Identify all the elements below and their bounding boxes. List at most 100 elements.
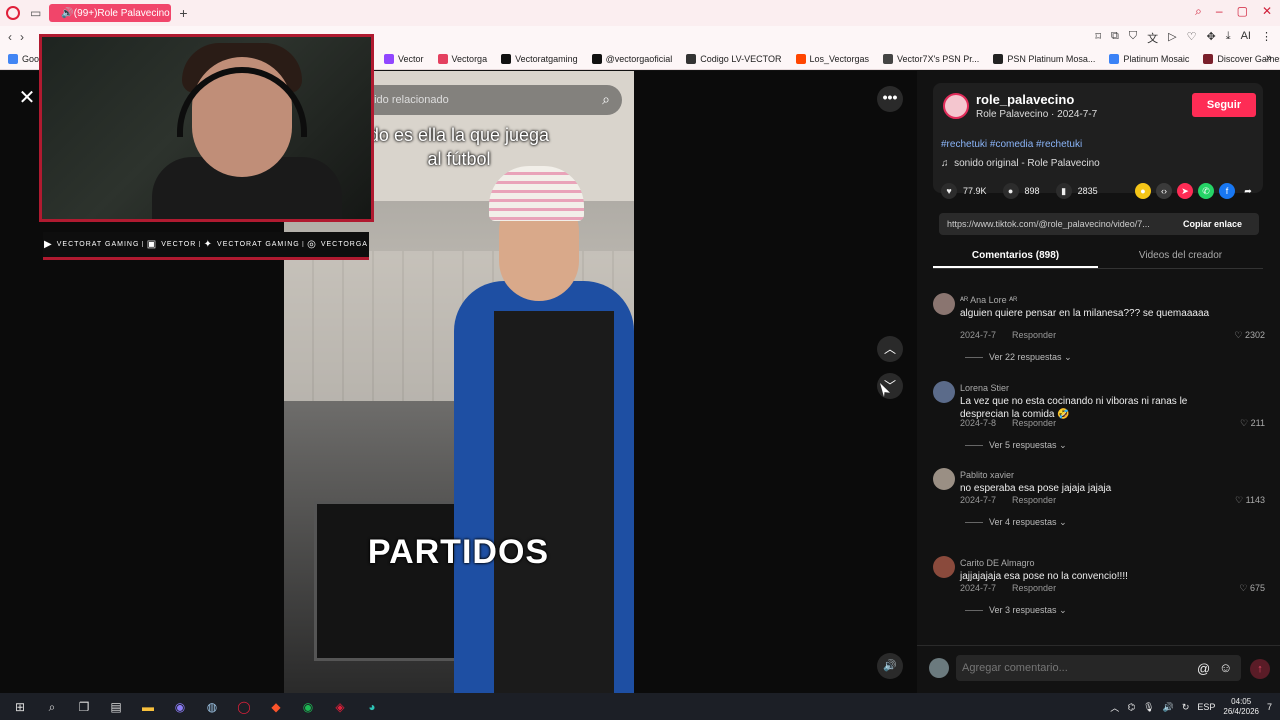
edge-icon[interactable]: ◕ — [360, 697, 384, 717]
reply-button[interactable]: Responder — [1012, 330, 1056, 340]
bookmark-favicon-icon — [384, 53, 395, 64]
comment-button[interactable]: ● 898 — [1002, 183, 1040, 199]
app-icon[interactable]: ◈ — [328, 697, 352, 717]
tab-creator-videos[interactable]: Videos del creador — [1098, 245, 1263, 268]
commenter-avatar[interactable] — [933, 555, 955, 578]
bookmark-item[interactable]: Vectoratgaming — [501, 53, 578, 64]
commenter-name[interactable]: Lorena Stier — [960, 383, 1009, 393]
chevron-up-icon[interactable]: ︿ — [877, 336, 903, 362]
ai-icon[interactable]: AI — [1241, 30, 1251, 46]
coin-icon[interactable]: ● — [1135, 183, 1151, 199]
task-view-icon[interactable]: ❐ — [72, 697, 96, 717]
opera-logo-icon[interactable] — [6, 6, 20, 20]
reply-button[interactable]: Responder — [1012, 418, 1056, 428]
spotify-icon[interactable]: ◉ — [296, 697, 320, 717]
bookmark-item[interactable]: @vectorgaoficial — [591, 53, 672, 64]
comment-like-button[interactable]: ♡ 211 — [1240, 418, 1265, 429]
brave-icon[interactable]: ◆ — [264, 697, 288, 717]
search-icon[interactable]: ⌕ — [40, 697, 64, 717]
facebook-icon[interactable]: f — [1219, 183, 1235, 199]
bookmark-item[interactable]: Vector — [384, 53, 424, 64]
steam-icon[interactable]: ◍ — [200, 697, 224, 717]
commenter-name[interactable]: Pablito xavier — [960, 470, 1014, 480]
volume-icon[interactable]: 🔊 — [877, 653, 903, 679]
notifications-badge[interactable]: 7 — [1267, 702, 1272, 712]
bookmark-item[interactable]: Vectorga — [437, 53, 487, 64]
discord-icon[interactable]: ◉ — [168, 697, 192, 717]
comment-like-button[interactable]: ♡ 1143 — [1235, 495, 1265, 506]
opera-icon[interactable]: ◯ — [232, 697, 256, 717]
windows-start-icon[interactable]: ⊞ — [8, 697, 32, 717]
bookmark-item[interactable]: Platinum Mosaic — [1109, 53, 1189, 64]
shield-icon[interactable]: ⛉ — [1129, 30, 1137, 46]
play-icon[interactable]: ▷ — [1168, 30, 1176, 46]
search-icon[interactable]: ⌕ — [1195, 4, 1202, 19]
clock[interactable]: 04:05 26/4/2026 — [1223, 697, 1259, 717]
reply-button[interactable]: Responder — [1012, 495, 1056, 505]
tab-comments[interactable]: Comentarios (898) — [933, 245, 1098, 268]
bookmark-item[interactable]: Los_Vectorgas — [795, 53, 869, 64]
commenter-name[interactable]: ᴬᴿ Ana Lore ᴬᴿ — [960, 295, 1017, 305]
view-replies-button[interactable]: Ver 5 respuestas ⌄ — [965, 440, 1067, 451]
copy-link-button[interactable]: Copiar enlace — [1179, 219, 1242, 229]
lang-indicator[interactable]: ESP — [1197, 702, 1215, 712]
back-icon[interactable]: ‹ — [8, 30, 12, 44]
emoji-icon[interactable]: ☺ — [1219, 660, 1232, 675]
more-bookmarks-icon[interactable]: » — [1266, 52, 1272, 64]
close-window-icon[interactable]: ✕ — [1262, 4, 1272, 19]
bookmark-item[interactable]: Codigo LV-VECTOR — [686, 53, 782, 64]
new-tab-button[interactable]: + — [179, 5, 187, 21]
webcam-overlay — [39, 34, 374, 222]
widgets-icon[interactable]: ▤ — [104, 697, 128, 717]
forward-icon[interactable]: › — [20, 30, 24, 44]
heart-icon[interactable]: ♡ — [1187, 30, 1197, 46]
close-icon[interactable]: ✕ — [16, 87, 38, 109]
more-options-icon[interactable]: ••• — [877, 86, 903, 112]
mic-icon[interactable]: 🎙 — [1143, 702, 1154, 713]
tab-role-palavecino[interactable]: 🔊 (99+)Role Palavecino — [49, 4, 172, 22]
speaker-icon[interactable]: 🔊 — [61, 8, 73, 19]
maximize-icon[interactable]: ▢ — [1237, 4, 1248, 19]
send-icon[interactable]: ➤ — [1177, 183, 1193, 199]
comment-like-button[interactable]: ♡ 2302 — [1234, 330, 1265, 341]
hashtags[interactable]: #rechetuki #comedia #rechetuki — [941, 139, 1082, 150]
minimize-icon[interactable]: – — [1216, 4, 1223, 19]
chevron-down-icon: ⌄ — [1064, 352, 1072, 362]
translate-icon[interactable]: 文 — [1147, 30, 1158, 46]
bookmark-item[interactable]: PSN Platinum Mosa... — [993, 53, 1095, 64]
video-link[interactable]: https://www.tiktok.com/@role_palavecino/… — [939, 219, 1179, 229]
commenter-avatar[interactable] — [933, 380, 955, 403]
search-icon[interactable]: ⌕ — [602, 91, 610, 108]
reply-button[interactable]: Responder — [1012, 583, 1056, 593]
snapshot-icon[interactable]: ⌑ — [1095, 30, 1101, 46]
commenter-avatar[interactable] — [933, 468, 955, 490]
puzzle-icon[interactable]: ✥ — [1207, 30, 1216, 46]
sync-icon[interactable]: ↻ — [1182, 702, 1190, 713]
music-link[interactable]: ♫ sonido original - Role Palavecino — [941, 158, 1100, 169]
view-replies-button[interactable]: Ver 22 respuestas ⌄ — [965, 352, 1072, 363]
mention-icon[interactable]: @ — [1197, 661, 1210, 676]
view-replies-button[interactable]: Ver 4 respuestas ⌄ — [965, 517, 1067, 528]
download-icon[interactable]: ⤓ — [1226, 30, 1231, 46]
view-replies-button[interactable]: Ver 3 respuestas ⌄ — [965, 605, 1067, 616]
creator-avatar[interactable] — [943, 93, 969, 119]
chevron-up-icon[interactable]: ︿ — [1110, 701, 1119, 714]
commenter-name[interactable]: Carito DE Almagro — [960, 558, 1035, 568]
network-icon[interactable]: ⌬ — [1127, 702, 1135, 713]
creator-handle[interactable]: role_palavecino — [976, 92, 1074, 107]
volume-icon[interactable]: 🔊 — [1163, 702, 1174, 713]
whatsapp-icon[interactable]: ✆ — [1198, 183, 1214, 199]
workspaces-icon[interactable]: ▭ — [30, 6, 41, 20]
extensions-icon[interactable]: ⧉ — [1111, 30, 1119, 46]
menu-icon[interactable]: ⋮ — [1261, 30, 1272, 46]
send-comment-icon[interactable]: ↑ — [1250, 659, 1270, 679]
commenter-avatar[interactable] — [933, 293, 955, 315]
like-button[interactable]: ♥ 77.9K — [941, 183, 987, 199]
follow-button[interactable]: Seguir — [1192, 93, 1256, 117]
save-button[interactable]: ▮ 2835 — [1055, 183, 1098, 199]
file-explorer-icon[interactable]: ▬ — [136, 697, 160, 717]
share-arrow-icon[interactable]: ➦ — [1240, 183, 1256, 199]
bookmark-item[interactable]: Vector7X's PSN Pr... — [883, 53, 979, 64]
embed-icon[interactable]: ‹› — [1156, 183, 1172, 199]
comment-like-button[interactable]: ♡ 675 — [1239, 583, 1265, 594]
